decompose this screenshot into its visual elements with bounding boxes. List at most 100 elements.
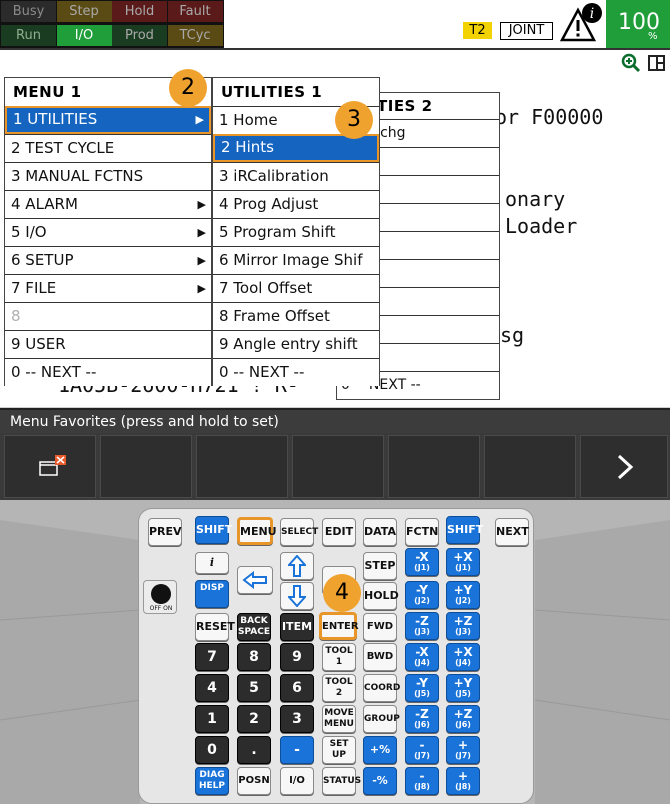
- jog-key-minus-3[interactable]: -Z (J3): [405, 612, 439, 640]
- jog-key-minus-8[interactable]: - (J8): [405, 767, 439, 795]
- status-tcyc: TCyc: [167, 25, 223, 46]
- next-key[interactable]: NEXT: [495, 518, 529, 546]
- favorite-slot-4[interactable]: [292, 435, 384, 498]
- jog-key-plus-4[interactable]: +X (J4): [446, 643, 480, 671]
- main-menu-item[interactable]: 7 FILE ▶: [5, 274, 211, 302]
- favorites-next-button[interactable]: [580, 435, 668, 498]
- up-arrow-key[interactable]: [280, 552, 314, 580]
- key-dot[interactable]: .: [237, 736, 271, 764]
- utilities-menu-item[interactable]: 4 Prog Adjust: [213, 190, 379, 218]
- jog-key-minus-7[interactable]: - (J7): [405, 736, 439, 764]
- favorite-slot-2[interactable]: [100, 435, 192, 498]
- key-9[interactable]: 9: [280, 643, 314, 671]
- item-key[interactable]: ITEM: [280, 613, 314, 641]
- jog-key-minus-4[interactable]: -X (J4): [405, 643, 439, 671]
- menu-key[interactable]: MENU: [237, 517, 277, 545]
- down-arrow-key[interactable]: [280, 582, 314, 610]
- jog-key-minus-1[interactable]: -X (J1): [405, 548, 439, 576]
- callout-3: 3: [335, 101, 373, 139]
- callout-4: 4: [323, 574, 361, 612]
- posn-key[interactable]: POSN: [237, 767, 271, 795]
- main-menu-item[interactable]: 9 USER: [5, 330, 211, 358]
- jog-key-plus-1[interactable]: +X (J1): [446, 548, 480, 576]
- main-menu-item[interactable]: 4 ALARM ▶: [5, 190, 211, 218]
- utilities-menu-item[interactable]: 3 iRCalibration: [213, 162, 379, 190]
- status-busy: Busy: [1, 1, 56, 22]
- utilities-menu-item[interactable]: 5 Program Shift: [213, 218, 379, 246]
- setup-key[interactable]: SET UP: [322, 736, 356, 764]
- key-4[interactable]: 4: [195, 674, 229, 702]
- key-5[interactable]: 5: [237, 674, 271, 702]
- enter-key[interactable]: ENTER: [319, 612, 359, 640]
- arrow-up-icon: [286, 554, 308, 577]
- key-2[interactable]: 2: [237, 705, 271, 733]
- main-menu-item[interactable]: 5 I/O ▶: [5, 218, 211, 246]
- key-minus[interactable]: -: [280, 736, 314, 764]
- move-menu-key[interactable]: MOVE MENU: [322, 705, 356, 733]
- jog-key-minus-2[interactable]: -Y (J2): [405, 581, 439, 609]
- utilities-menu-item[interactable]: 7 Tool Offset: [213, 274, 379, 302]
- jog-key-plus-5[interactable]: +Y (J5): [446, 674, 480, 702]
- shift-key-left[interactable]: SHIFT: [195, 516, 232, 544]
- backspace-key[interactable]: BACK SPACE: [237, 613, 271, 641]
- jog-key-plus-3[interactable]: +Z (J3): [446, 612, 480, 640]
- favorite-slot-1[interactable]: [4, 435, 96, 498]
- disp-key[interactable]: DISP: [195, 580, 229, 608]
- teach-pendant-enable-switch[interactable]: OFF ON: [143, 580, 177, 614]
- favorite-slot-5[interactable]: [388, 435, 480, 498]
- jog-key-minus-5[interactable]: -Y (J5): [405, 674, 439, 702]
- jog-key-plus-2[interactable]: +Y (J2): [446, 581, 480, 609]
- key-8[interactable]: 8: [237, 643, 271, 671]
- split-screen-icon[interactable]: [648, 55, 665, 71]
- utilities-menu-item[interactable]: 8 Frame Offset: [213, 302, 379, 330]
- favorite-slot-3[interactable]: [196, 435, 288, 498]
- key-7[interactable]: 7: [195, 643, 229, 671]
- jog-key-plus-8[interactable]: + (J8): [446, 767, 480, 795]
- data-key[interactable]: DATA: [363, 518, 397, 546]
- prev-key[interactable]: PREV: [148, 518, 182, 546]
- utilities-menu-item[interactable]: 9 Angle entry shift: [213, 330, 379, 358]
- io-key[interactable]: I/O: [280, 767, 314, 795]
- fctn-key[interactable]: FCTN: [405, 518, 439, 546]
- group-key[interactable]: GROUP: [363, 705, 400, 733]
- override-unit: %: [648, 31, 658, 42]
- coord-key[interactable]: COORD: [363, 674, 400, 702]
- reset-key[interactable]: RESET: [195, 613, 235, 641]
- minus-percent-key[interactable]: -%: [363, 767, 397, 795]
- jog-key-plus-7[interactable]: + (J7): [446, 736, 480, 764]
- plus-percent-key[interactable]: +%: [363, 736, 397, 764]
- override-indicator[interactable]: 100 %: [606, 0, 670, 48]
- diag-help-key[interactable]: DIAG HELP: [195, 767, 229, 795]
- step-key[interactable]: STEP: [363, 552, 397, 580]
- left-arrow-key[interactable]: [237, 566, 273, 594]
- info-key[interactable]: i: [195, 552, 229, 574]
- bwd-key[interactable]: BWD: [363, 643, 397, 671]
- jog-key-plus-6[interactable]: +Z (J6): [446, 705, 480, 733]
- favorite-slot-6[interactable]: [484, 435, 576, 498]
- key-0[interactable]: 0: [195, 736, 229, 764]
- chevron-right-icon: [617, 454, 634, 480]
- hold-key[interactable]: HOLD: [363, 582, 399, 610]
- status-key[interactable]: STATUS: [322, 767, 361, 795]
- callout-2: 2: [169, 69, 207, 107]
- edit-key[interactable]: EDIT: [322, 518, 356, 546]
- tool1-key[interactable]: TOOL 1: [322, 643, 356, 671]
- fwd-key[interactable]: FWD: [363, 613, 397, 641]
- select-key[interactable]: SELECT: [280, 518, 318, 546]
- key-6[interactable]: 6: [280, 674, 314, 702]
- main-menu-item[interactable]: 0 -- NEXT --: [5, 358, 211, 386]
- shift-key-right[interactable]: SHIFT: [446, 516, 483, 544]
- main-menu-item[interactable]: 8: [5, 302, 211, 330]
- main-menu-item[interactable]: 6 SETUP ▶: [5, 246, 211, 274]
- warning-info-icon[interactable]: i: [558, 0, 604, 46]
- tool2-key[interactable]: TOOL 2: [322, 674, 356, 702]
- jog-key-minus-6[interactable]: -Z (J6): [405, 705, 439, 733]
- main-menu-item[interactable]: 3 MANUAL FCTNS: [5, 162, 211, 190]
- zoom-in-icon[interactable]: [621, 53, 641, 73]
- utilities-menu-item[interactable]: 6 Mirror Image Shif: [213, 246, 379, 274]
- key-3[interactable]: 3: [280, 705, 314, 733]
- utilities-menu-item[interactable]: 0 -- NEXT --: [213, 358, 379, 386]
- main-menu-item[interactable]: 1 UTILITIES ▶: [5, 106, 211, 134]
- main-menu-item[interactable]: 2 TEST CYCLE: [5, 134, 211, 162]
- key-1[interactable]: 1: [195, 705, 229, 733]
